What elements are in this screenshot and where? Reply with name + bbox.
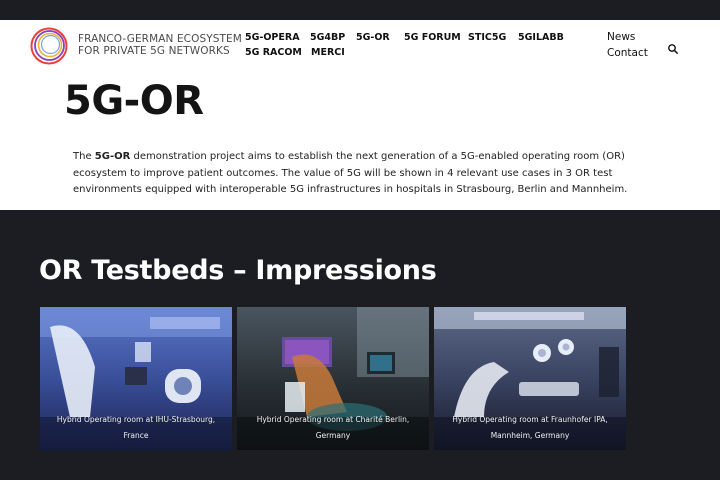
logo-text[interactable]: FRANCO-GERMAN ECOSYSTEM FOR PRIVATE 5G N…	[78, 33, 242, 57]
card-caption: Hybrid Operating room at Fraunhofer IPA,…	[452, 415, 608, 440]
intro-project-name: 5G-OR	[94, 151, 131, 162]
site-logo[interactable]	[29, 26, 69, 66]
intro-text: demonstration project aims to establish …	[73, 151, 628, 195]
nav-item-5g-opera[interactable]: 5G-OPERA	[245, 32, 300, 43]
nav-link-contact[interactable]: Contact	[607, 47, 648, 59]
logo-line-1: FRANCO-GERMAN ECOSYSTEM	[78, 33, 242, 45]
intro-prefix: The	[73, 151, 95, 162]
card-caption: Hybrid Operating room at Charité Berlin,…	[256, 415, 410, 440]
nav-link-news[interactable]: News	[607, 31, 635, 43]
page-title: 5G-OR	[64, 78, 204, 124]
nav-item-5g-or[interactable]: 5G-OR	[356, 32, 390, 43]
testbeds-title: OR Testbeds – Impressions	[39, 255, 437, 286]
logo-rings-icon	[30, 27, 68, 65]
nav-item-stic5g[interactable]: STIC5G	[468, 32, 506, 43]
testbed-card-strasbourg[interactable]: Hybrid Operating room at IHU-Strasbourg,…	[40, 307, 232, 450]
nav-item-5gilabb[interactable]: 5GILABB	[518, 32, 564, 43]
top-strip	[0, 0, 720, 20]
card-caption: Hybrid Operating room at IHU-Strasbourg,…	[56, 415, 216, 440]
nav-item-5g-forum[interactable]: 5G FORUM	[404, 32, 461, 43]
nav-item-merci[interactable]: MERCI	[311, 47, 345, 58]
search-icon[interactable]	[667, 40, 679, 54]
intro-paragraph: The 5G-OR demonstration project aims to …	[73, 149, 653, 199]
testbed-card-berlin[interactable]: Hybrid Operating room at Charité Berlin,…	[237, 307, 429, 450]
nav-item-5g4bp[interactable]: 5G4BP	[310, 32, 345, 43]
logo-line-2: FOR PRIVATE 5G NETWORKS	[78, 45, 230, 57]
nav-item-5g-racom[interactable]: 5G RACOM	[245, 47, 302, 58]
testbed-card-mannheim[interactable]: Hybrid Operating room at Fraunhofer IPA,…	[434, 307, 626, 450]
